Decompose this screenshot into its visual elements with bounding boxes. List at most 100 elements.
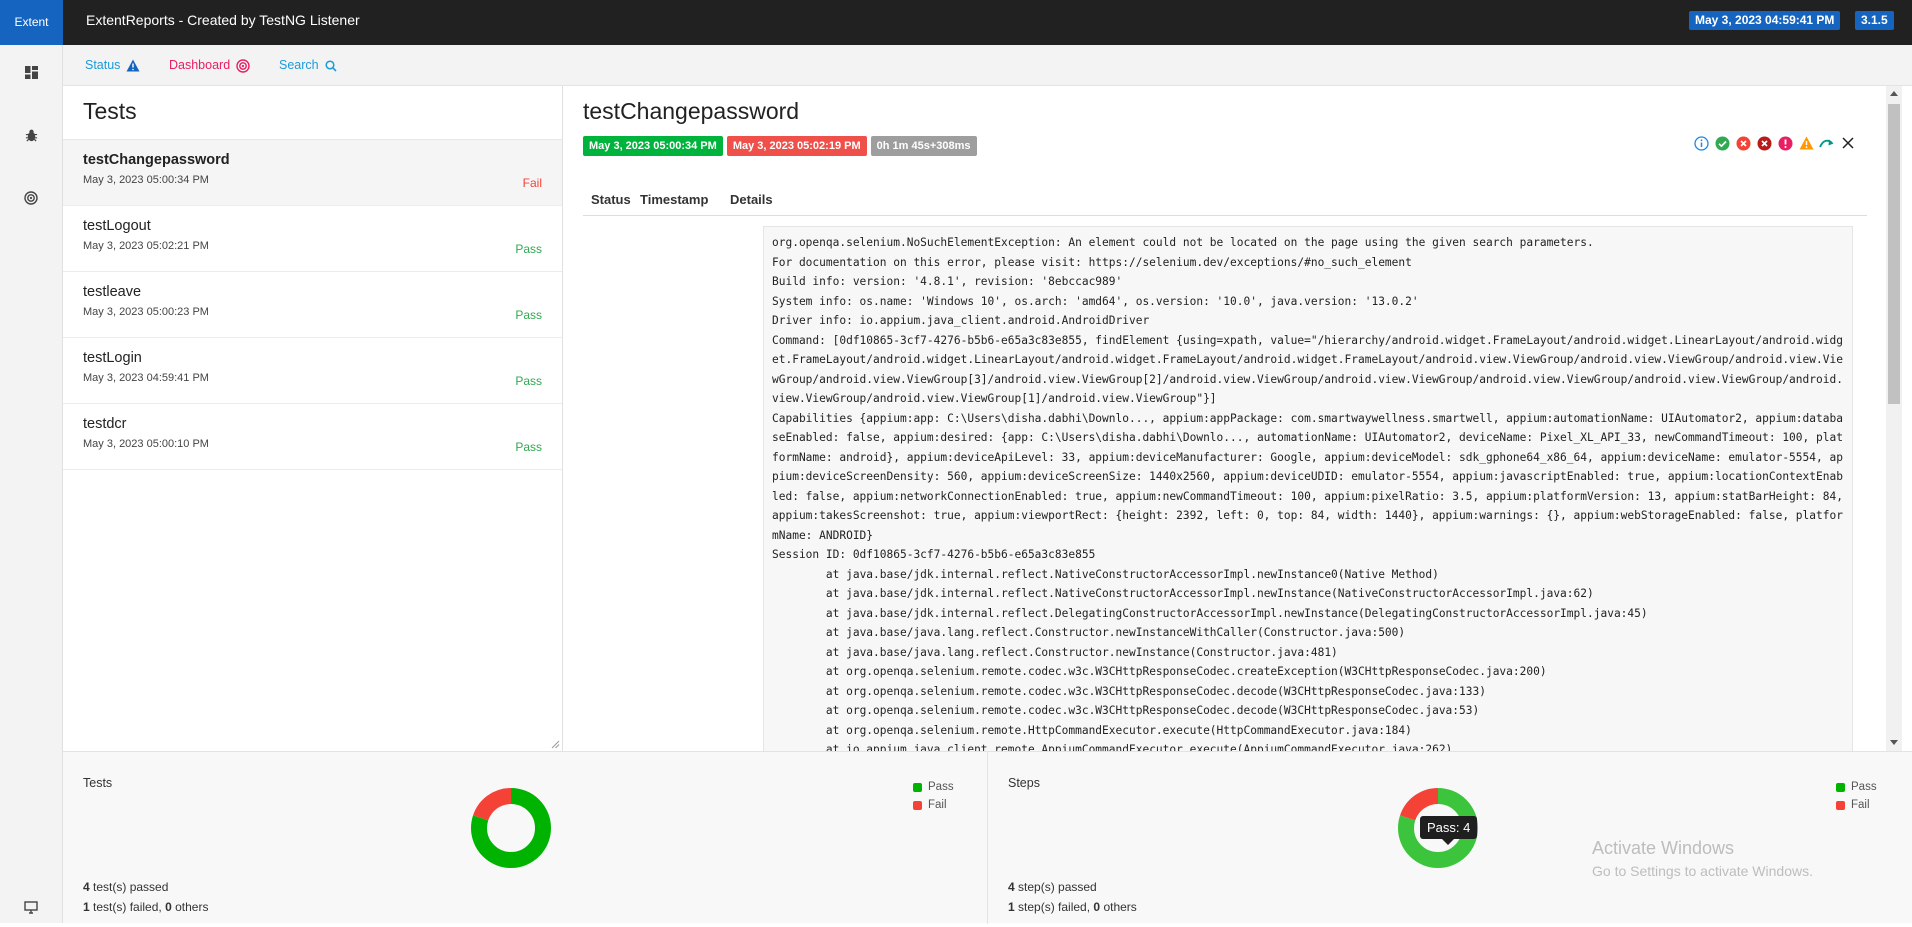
tests-summary: Tests Pass Fail 4 test(s) passed 1 test(…: [63, 752, 988, 924]
windows-activation-watermark: Activate Windows Go to Settings to activ…: [1592, 838, 1813, 879]
tests-legend: Pass Fail: [913, 778, 954, 814]
steps-legend: Pass Fail: [1836, 778, 1877, 814]
chart-tooltip: Pass: 4: [1420, 816, 1478, 845]
steps-passed-label: step(s) passed: [1018, 880, 1097, 894]
status-filter[interactable]: Status: [85, 45, 140, 86]
end-time-badge: May 3, 2023 05:02:19 PM: [726, 136, 867, 156]
nav-dashboard-view[interactable]: [0, 52, 62, 92]
tests-fail-count: 1: [83, 900, 90, 914]
nav-target-view[interactable]: [0, 178, 62, 218]
test-time: May 3, 2023 05:00:34 PM: [83, 174, 209, 186]
watermark-line2: Go to Settings to activate Windows.: [1592, 863, 1813, 879]
report-title: ExtentReports - Created by TestNG Listen…: [86, 12, 360, 28]
target-icon: [24, 191, 38, 205]
search-link-label: Search: [279, 58, 319, 72]
log-filter-icons: [1693, 135, 1856, 151]
legend-fail-label: Fail: [1851, 799, 1870, 811]
scroll-thumb[interactable]: [1888, 104, 1900, 404]
start-time-badge: May 3, 2023 05:00:34 PM: [583, 136, 723, 156]
error-icon[interactable]: [1777, 135, 1793, 151]
steps-fail-count: 1: [1008, 900, 1015, 914]
detail-scrollbar[interactable]: [1886, 86, 1902, 751]
legend-fail[interactable]: Fail: [913, 796, 954, 814]
test-name: testleave: [83, 284, 142, 300]
tests-donut-chart[interactable]: [471, 788, 551, 868]
legend-fail-label: Fail: [928, 799, 947, 811]
dashboard-icon: [24, 65, 38, 79]
warning-triangle-icon: [126, 59, 140, 72]
test-name: testLogout: [83, 218, 151, 234]
side-nav: [0, 45, 63, 923]
test-detail-title: testChangepassword: [583, 98, 800, 124]
scroll-up-icon[interactable]: [1890, 90, 1898, 96]
warning-icon[interactable]: [1798, 135, 1814, 151]
col-status: Status: [591, 192, 631, 207]
search-link[interactable]: Search: [279, 45, 337, 86]
info-icon[interactable]: [1693, 135, 1709, 151]
tests-summary-title: Tests: [83, 776, 113, 790]
legend-pass[interactable]: Pass: [913, 778, 954, 796]
test-name: testChangepassword: [83, 152, 230, 168]
log-table-header: Status Timestamp Details: [583, 186, 1867, 216]
close-icon[interactable]: [1840, 135, 1856, 151]
tests-pass-count: 4: [83, 880, 90, 894]
col-timestamp: Timestamp: [640, 192, 709, 207]
top-bar: Extent ExtentReports - Created by TestNG…: [0, 0, 1912, 45]
nav-environment-view[interactable]: [0, 887, 62, 927]
test-list-heading: Tests: [63, 86, 562, 140]
tests-passed-text: 4 test(s) passed: [83, 880, 168, 894]
summary-panel: Tests Pass Fail 4 test(s) passed 1 test(…: [63, 751, 1912, 924]
brand-logo[interactable]: Extent: [0, 0, 63, 45]
resize-grip-icon[interactable]: [551, 740, 560, 749]
tests-others-label: others: [175, 900, 209, 914]
steps-others-label: others: [1103, 900, 1137, 914]
pass-check-icon[interactable]: [1714, 135, 1730, 151]
steps-failed-label: step(s) failed,: [1018, 900, 1091, 914]
test-name: testLogin: [83, 350, 142, 366]
tests-failed-label: test(s) failed,: [93, 900, 162, 914]
steps-pass-count: 4: [1008, 880, 1015, 894]
test-time: May 3, 2023 05:00:23 PM: [83, 306, 209, 318]
duration-badge: 0h 1m 45s+308ms: [870, 136, 977, 156]
steps-others-count: 0: [1093, 900, 1101, 914]
nav-bug-view[interactable]: [0, 115, 62, 155]
fail-icon[interactable]: [1735, 135, 1751, 151]
report-datetime-badge: May 3, 2023 04:59:41 PM: [1689, 11, 1841, 30]
version-badge: 3.1.5: [1855, 11, 1894, 30]
test-detail-panel: testChangepassword May 3, 2023 05:00:34 …: [563, 86, 1886, 751]
tests-passed-label: test(s) passed: [93, 880, 169, 894]
test-item-testlogout[interactable]: testLogout May 3, 2023 05:02:21 PM Pass: [63, 206, 562, 272]
fatal-icon[interactable]: [1756, 135, 1772, 151]
legend-pass[interactable]: Pass: [1836, 778, 1877, 796]
test-list-panel: Tests testChangepassword May 3, 2023 05:…: [63, 86, 563, 751]
legend-fail[interactable]: Fail: [1836, 796, 1877, 814]
legend-pass-label: Pass: [928, 781, 954, 793]
watermark-line1: Activate Windows: [1592, 838, 1735, 858]
test-time: May 3, 2023 05:00:10 PM: [83, 438, 209, 450]
test-item-testdcr[interactable]: testdcr May 3, 2023 05:00:10 PM Pass: [63, 404, 562, 470]
test-status-pass: Pass: [515, 440, 542, 454]
exception-log: org.openqa.selenium.NoSuchElementExcepti…: [763, 226, 1853, 751]
test-time: May 3, 2023 05:02:21 PM: [83, 240, 209, 252]
skip-icon[interactable]: [1819, 135, 1835, 151]
search-icon: [325, 59, 337, 72]
tests-failed-text: 1 test(s) failed, 0 others: [83, 900, 208, 914]
tests-others-count: 0: [165, 900, 172, 914]
test-time-badges: May 3, 2023 05:00:34 PM May 3, 2023 05:0…: [583, 136, 977, 156]
test-item-testlogin[interactable]: testLogin May 3, 2023 04:59:41 PM Pass: [63, 338, 562, 404]
test-status-pass: Pass: [515, 374, 542, 388]
test-time: May 3, 2023 04:59:41 PM: [83, 372, 209, 384]
test-name: testdcr: [83, 416, 127, 432]
test-item-testchangepassword[interactable]: testChangepassword May 3, 2023 05:00:34 …: [63, 140, 562, 206]
dashboard-link[interactable]: Dashboard: [169, 45, 250, 86]
steps-passed-text: 4 step(s) passed: [1008, 880, 1097, 894]
test-status-pass: Pass: [515, 242, 542, 256]
monitor-icon: [24, 900, 38, 914]
dashboard-link-label: Dashboard: [169, 58, 231, 72]
sub-nav: Status Dashboard Search: [63, 45, 1912, 86]
scroll-down-icon[interactable]: [1890, 740, 1898, 746]
legend-pass-label: Pass: [1851, 781, 1877, 793]
test-item-testleave[interactable]: testleave May 3, 2023 05:00:23 PM Pass: [63, 272, 562, 338]
steps-summary-title: Steps: [1008, 776, 1040, 790]
bug-icon: [25, 129, 37, 141]
